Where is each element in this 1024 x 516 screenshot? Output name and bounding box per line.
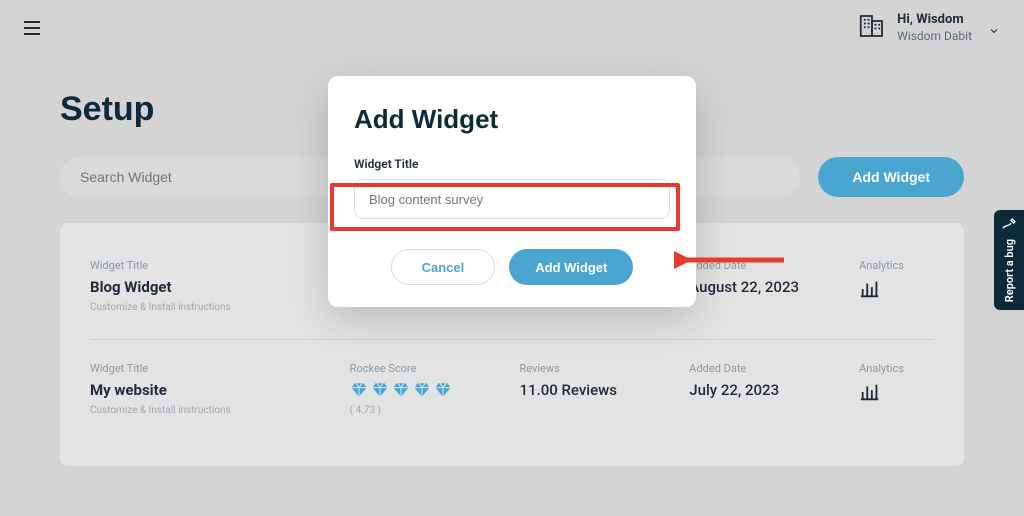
modal-actions: Cancel Add Widget: [354, 249, 670, 285]
label: Added Date: [689, 362, 839, 375]
report-bug-tab[interactable]: Report a bug: [994, 210, 1024, 310]
label: Rockee Score: [350, 362, 500, 375]
modal-add-widget-button[interactable]: Add Widget: [509, 249, 633, 285]
label: Analytics: [859, 362, 934, 375]
modal-title: Add Widget: [354, 104, 670, 135]
report-bug-label: Report a bug: [1003, 239, 1016, 302]
analytics-icon[interactable]: [859, 285, 881, 304]
diamond-rating: [350, 381, 500, 399]
user-menu[interactable]: Hi, Wisdom Wisdom Dabit: [857, 11, 1000, 45]
add-widget-modal: Add Widget Widget Title Cancel Add Widge…: [328, 76, 696, 307]
cell-title: Widget Title My website Customize & Inst…: [90, 362, 330, 416]
cell-score: Rockee Score ( 4.73 ): [350, 362, 500, 416]
widget-sub[interactable]: Customize & Install instructions: [90, 405, 330, 416]
label: Widget Title: [90, 362, 330, 375]
label: Analytics: [859, 259, 934, 272]
cell-analytics: Analytics: [859, 259, 934, 304]
diamond-icon: [434, 381, 452, 399]
building-icon: [857, 11, 887, 45]
chevron-down-icon: [988, 22, 1000, 34]
widget-date: August 22, 2023: [689, 278, 839, 296]
cell-date: Added Date July 22, 2023: [689, 362, 839, 399]
cell-date: Added Date August 22, 2023: [689, 259, 839, 296]
widget-title[interactable]: Blog Widget: [90, 278, 330, 296]
widget-date: July 22, 2023: [689, 381, 839, 399]
cell-title: Widget Title Blog Widget Customize & Ins…: [90, 259, 330, 313]
add-widget-button[interactable]: Add Widget: [818, 157, 964, 197]
widget-sub[interactable]: Customize & Install instructions: [90, 302, 330, 313]
analytics-icon[interactable]: [859, 388, 881, 407]
pencil-icon: [1001, 217, 1017, 233]
user-text: Hi, Wisdom Wisdom Dabit: [897, 12, 972, 44]
cell-analytics: Analytics: [859, 362, 934, 407]
cancel-button[interactable]: Cancel: [391, 249, 496, 285]
top-bar: Hi, Wisdom Wisdom Dabit: [0, 0, 1024, 56]
table-row: Widget Title My website Customize & Inst…: [90, 339, 934, 442]
cell-reviews: Reviews 11.00 Reviews: [519, 362, 669, 399]
widget-title-input[interactable]: [354, 179, 670, 219]
user-greeting: Hi, Wisdom: [897, 12, 972, 29]
diamond-icon: [350, 381, 368, 399]
diamond-icon: [413, 381, 431, 399]
label: Added Date: [689, 259, 839, 272]
menu-icon[interactable]: [24, 17, 48, 39]
score-number: ( 4.73 ): [350, 405, 500, 416]
label: Widget Title: [90, 259, 330, 272]
user-name: Wisdom Dabit: [897, 29, 972, 45]
label: Reviews: [519, 362, 669, 375]
field-label: Widget Title: [354, 157, 670, 171]
diamond-icon: [371, 381, 389, 399]
widget-title[interactable]: My website: [90, 381, 330, 399]
widget-reviews: 11.00 Reviews: [519, 381, 669, 399]
diamond-icon: [392, 381, 410, 399]
